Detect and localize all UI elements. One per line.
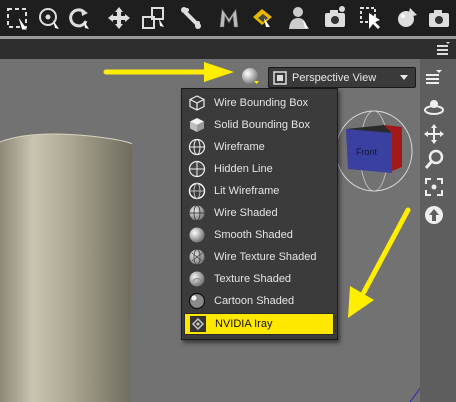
region-navigator-tool-icon[interactable] [356, 3, 386, 33]
menu-item-nvidia-iray[interactable]: NVIDIA Iray [184, 313, 334, 335]
camera-frame-tool-icon[interactable] [2, 3, 32, 33]
wireframe-icon [188, 138, 206, 156]
reset-view-icon[interactable] [421, 202, 447, 228]
smooth-shaded-icon [189, 227, 205, 243]
camera-selector-label: Perspective View [292, 72, 377, 84]
camera-capture-tool-icon[interactable] [320, 3, 350, 33]
texture-shaded-icon [189, 271, 205, 287]
menu-item-lit-wireframe[interactable]: Lit Wireframe [184, 180, 334, 202]
scale-tool-icon[interactable] [138, 3, 168, 33]
surface-selection-tool-icon[interactable] [248, 3, 278, 33]
menu-item-wire-bounding-box[interactable]: Wire Bounding Box [184, 92, 334, 114]
render-icon[interactable] [424, 3, 454, 33]
viewport-options-icon[interactable] [421, 66, 447, 92]
rotate-tool-icon[interactable] [64, 3, 94, 33]
joint-editor-tool-icon[interactable] [176, 3, 206, 33]
pan-camera-icon[interactable] [421, 121, 447, 147]
scene-figure[interactable] [0, 120, 150, 402]
menu-item-hidden-line[interactable]: Hidden Line [184, 158, 334, 180]
menu-item-solid-bounding-box[interactable]: Solid Bounding Box [184, 114, 334, 136]
hidden-line-icon [188, 160, 206, 178]
nvidia-iray-icon [190, 316, 206, 332]
main-toolbar [0, 0, 456, 36]
translate-tool-icon[interactable] [104, 3, 134, 33]
figure-node-tool-icon[interactable] [284, 3, 314, 33]
menu-item-texture-shaded[interactable]: Texture Shaded [184, 268, 334, 290]
draw-style-sphere-icon [242, 68, 259, 84]
wire-texture-shaded-icon [189, 249, 205, 265]
orbit-camera-icon[interactable] [421, 94, 447, 120]
geometry-editor-tool-icon[interactable] [214, 3, 244, 33]
menu-item-wireframe[interactable]: Wireframe [184, 136, 334, 158]
chevron-down-icon [400, 75, 408, 80]
view-cube[interactable]: Front [330, 107, 420, 197]
pane-options-icon[interactable] [436, 41, 452, 57]
render-settings-icon[interactable] [392, 3, 422, 33]
wire-bounding-box-icon [189, 95, 205, 111]
view-cube-face-label: Front [356, 147, 378, 157]
menu-item-wire-texture-shaded[interactable]: Wire Texture Shaded [184, 246, 334, 268]
pane-header [0, 39, 456, 59]
camera-selector[interactable]: Perspective View [268, 67, 416, 88]
viewport-camera-icon [273, 71, 287, 85]
wire-shaded-icon [189, 205, 205, 221]
draw-style-button[interactable] [240, 66, 260, 86]
universal-target-tool-icon[interactable] [34, 3, 64, 33]
annotation-arrow [103, 62, 234, 82]
menu-item-smooth-shaded[interactable]: Smooth Shaded [184, 224, 334, 246]
zoom-camera-icon[interactable] [421, 147, 447, 173]
menu-item-cartoon-shaded[interactable]: Cartoon Shaded [184, 290, 334, 312]
lit-wireframe-icon [188, 182, 206, 200]
cartoon-shaded-icon [188, 292, 206, 310]
solid-bounding-box-icon [190, 118, 204, 132]
draw-style-menu: Wire Bounding Box Solid Bounding Box Wir… [181, 88, 338, 340]
annotation-arrow [348, 207, 411, 318]
menu-item-wire-shaded[interactable]: Wire Shaded [184, 202, 334, 224]
frame-selection-icon[interactable] [421, 174, 447, 200]
